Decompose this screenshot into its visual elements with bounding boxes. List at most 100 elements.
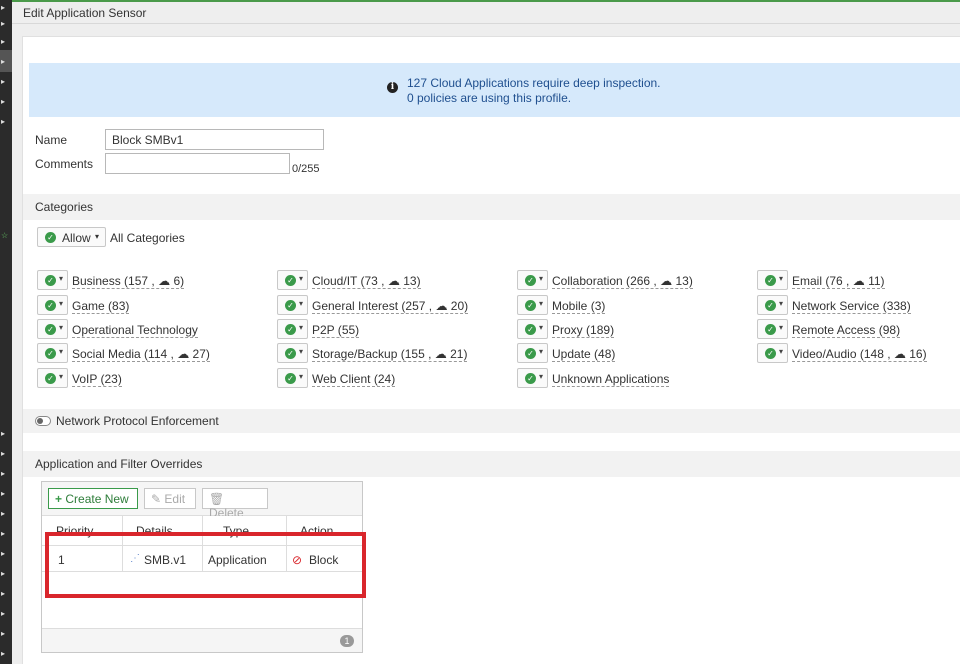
category-action-dropdown[interactable]: ✓ ▾: [517, 319, 548, 339]
cloud-count: 6: [173, 274, 181, 288]
chevron-down-icon: ▾: [299, 323, 304, 332]
category-label[interactable]: Operational Technology: [72, 323, 198, 338]
edit-label: Edit: [164, 492, 186, 506]
nav-arrow-icon[interactable]: ▸: [1, 510, 9, 518]
category-name: Video/Audio: [792, 347, 857, 361]
category-label[interactable]: Storage/Backup (155 , ☁ 21): [312, 347, 468, 362]
chevron-down-icon: ▾: [95, 232, 100, 241]
nav-arrow-icon[interactable]: ▸: [1, 570, 9, 578]
cloud-icon: ☁: [660, 274, 673, 288]
category-label[interactable]: Update (48): [552, 347, 616, 362]
category-action-dropdown[interactable]: ✓ ▾: [37, 295, 68, 315]
star-icon[interactable]: ☆: [1, 232, 9, 240]
category-action-dropdown[interactable]: ✓ ▾: [757, 295, 788, 315]
nav-arrow-icon[interactable]: ▸: [1, 38, 9, 46]
nav-arrow-icon[interactable]: ▸: [1, 650, 9, 658]
cloud-count: 16: [909, 347, 923, 361]
category-label[interactable]: Business (157 , ☁ 6): [72, 274, 185, 289]
category-action-dropdown[interactable]: ✓ ▾: [277, 295, 308, 315]
comments-textarea[interactable]: [105, 153, 290, 174]
check-icon: ✓: [525, 348, 536, 359]
chevron-down-icon: ▾: [779, 299, 784, 308]
categories-heading: Categories: [35, 200, 94, 214]
nav-arrow-icon[interactable]: ▸: [1, 590, 9, 598]
nav-arrow-icon[interactable]: ▸: [1, 470, 9, 478]
category-label[interactable]: P2P (55): [312, 323, 360, 338]
category-label[interactable]: General Interest (257 , ☁ 20): [312, 299, 469, 314]
category-count: 55: [341, 323, 356, 337]
nav-arrow-icon[interactable]: ▸: [1, 550, 9, 558]
category-label[interactable]: Network Service (338): [792, 299, 911, 314]
category-action-dropdown[interactable]: ✓ ▾: [37, 343, 68, 363]
category-action-dropdown[interactable]: ✓ ▾: [517, 270, 548, 290]
delete-button[interactable]: 🗑 Delete: [202, 488, 268, 520]
comments-label: Comments: [35, 157, 94, 171]
nav-arrow-icon[interactable]: ▸: [1, 78, 9, 86]
nav-arrow-icon[interactable]: ▸: [1, 610, 9, 618]
category-label[interactable]: Cloud/IT (73 , ☁ 13): [312, 274, 421, 289]
info-banner: i 127 Cloud Applications require deep in…: [29, 63, 960, 117]
category-action-dropdown[interactable]: ✓ ▾: [277, 319, 308, 339]
category-label[interactable]: Mobile (3): [552, 299, 606, 314]
category-label[interactable]: Video/Audio (148 , ☁ 16): [792, 347, 927, 362]
highlight-annotation-box: [45, 532, 366, 598]
category-label[interactable]: Game (83): [72, 299, 130, 314]
nav-arrow-icon[interactable]: ▸: [1, 58, 9, 66]
edit-button[interactable]: ✎ Edit: [144, 488, 196, 509]
category-name: Web Client: [312, 372, 371, 386]
cloud-count: 27: [192, 347, 206, 361]
nav-arrow-icon[interactable]: ▸: [1, 490, 9, 498]
category-count: 3: [594, 299, 602, 313]
category-action-dropdown[interactable]: ✓ ▾: [517, 368, 548, 388]
name-input[interactable]: Block SMBv1: [105, 129, 324, 150]
nav-arrow-icon[interactable]: ▸: [1, 530, 9, 538]
category-action-dropdown[interactable]: ✓ ▾: [37, 270, 68, 290]
chevron-down-icon: ▾: [299, 347, 304, 356]
category-label[interactable]: Email (76 , ☁ 11): [792, 274, 885, 289]
category-action-dropdown[interactable]: ✓ ▾: [277, 343, 308, 363]
check-icon: ✓: [525, 324, 536, 335]
nav-arrow-icon[interactable]: ▸: [1, 4, 9, 12]
category-action-dropdown[interactable]: ✓ ▾: [517, 295, 548, 315]
protocol-enforcement-toggle[interactable]: [35, 416, 51, 426]
row-count-badge: 1: [340, 635, 354, 647]
cloud-icon: ☁: [893, 347, 906, 361]
category-count: 114: [148, 347, 168, 361]
nav-arrow-icon[interactable]: ▸: [1, 630, 9, 638]
nav-arrow-icon[interactable]: ▸: [1, 450, 9, 458]
overrides-toolbar: + Create New ✎ Edit 🗑 Delete: [42, 482, 362, 520]
all-categories-action-dropdown[interactable]: ✓ Allow ▾: [37, 227, 106, 247]
category-action-dropdown[interactable]: ✓ ▾: [757, 343, 788, 363]
category-action-dropdown[interactable]: ✓ ▾: [757, 319, 788, 339]
category-label[interactable]: Social Media (114 , ☁ 27): [72, 347, 210, 362]
check-icon: ✓: [45, 348, 56, 359]
check-icon: ✓: [285, 275, 296, 286]
category-label[interactable]: Proxy (189): [552, 323, 615, 338]
category-name: Collaboration: [552, 274, 623, 288]
nav-arrow-icon[interactable]: ▸: [1, 118, 9, 126]
category-action-dropdown[interactable]: ✓ ▾: [517, 343, 548, 363]
cloud-icon: ☁: [387, 274, 400, 288]
category-label[interactable]: Remote Access (98): [792, 323, 901, 338]
category-label[interactable]: Web Client (24): [312, 372, 396, 387]
chevron-down-icon: ▾: [779, 323, 784, 332]
category-label[interactable]: Unknown Applications: [552, 372, 670, 387]
category-name: Business: [72, 274, 121, 288]
chevron-down-icon: ▾: [779, 347, 784, 356]
category-action-dropdown[interactable]: ✓ ▾: [37, 319, 68, 339]
window-titlebar: Edit Application Sensor: [12, 2, 960, 24]
nav-arrow-icon[interactable]: ▸: [1, 20, 9, 28]
category-action-dropdown[interactable]: ✓ ▾: [277, 270, 308, 290]
category-action-dropdown[interactable]: ✓ ▾: [277, 368, 308, 388]
category-label[interactable]: Collaboration (266 , ☁ 13): [552, 274, 693, 289]
nav-arrow-icon[interactable]: ▸: [1, 430, 9, 438]
category-label[interactable]: VoIP (23): [72, 372, 122, 387]
category-count: 338: [886, 299, 907, 313]
category-name: P2P: [312, 323, 335, 337]
plus-icon: +: [55, 492, 63, 506]
chevron-down-icon: ▾: [539, 299, 544, 308]
category-action-dropdown[interactable]: ✓ ▾: [757, 270, 788, 290]
create-new-button[interactable]: + Create New: [48, 488, 138, 509]
category-action-dropdown[interactable]: ✓ ▾: [37, 368, 68, 388]
nav-arrow-icon[interactable]: ▸: [1, 98, 9, 106]
